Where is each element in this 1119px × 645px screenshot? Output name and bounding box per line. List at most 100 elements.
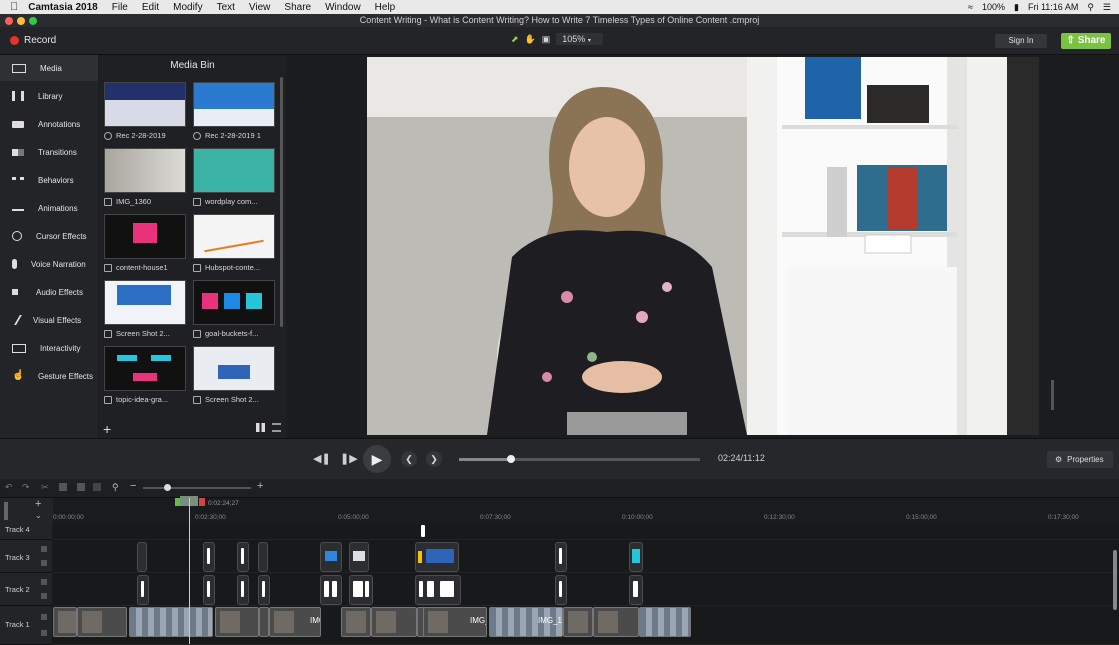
close-window-icon[interactable] <box>5 17 13 25</box>
selection-end-marker[interactable] <box>199 498 205 506</box>
track-header[interactable]: Track 3 <box>0 540 52 573</box>
playback-scrubber[interactable] <box>459 455 700 463</box>
add-track-icon[interactable]: + <box>35 498 41 510</box>
menu-modify[interactable]: Modify <box>173 2 202 13</box>
media-item[interactable]: Hubspot-conte... <box>193 214 275 272</box>
scrubber-knob[interactable] <box>506 455 515 463</box>
media-item[interactable]: Screen Shot 2... <box>104 280 186 338</box>
zoom-search-icon[interactable]: ⚲ <box>112 482 119 493</box>
share-button[interactable]: ⇧ Share <box>1061 33 1111 49</box>
minimize-window-icon[interactable] <box>17 17 25 25</box>
playhead[interactable] <box>189 498 190 644</box>
paste-icon[interactable] <box>77 483 85 491</box>
timeline-clip[interactable] <box>555 542 567 572</box>
redo-icon[interactable]: ↷ <box>22 482 30 493</box>
grid-view-icon[interactable] <box>256 423 265 432</box>
media-item[interactable]: topic-idea-gra... <box>104 346 186 404</box>
clock[interactable]: Fri 11:16 AM <box>1028 2 1078 12</box>
timeline-clip[interactable] <box>349 542 369 572</box>
track-visibility-icon[interactable] <box>41 630 47 636</box>
media-item[interactable]: goal-buckets-f... <box>193 280 275 338</box>
menu-edit[interactable]: Edit <box>142 2 159 13</box>
video-clip[interactable] <box>53 607 77 637</box>
track-lock-icon[interactable] <box>41 579 47 585</box>
tool-library[interactable]: Library <box>0 83 98 109</box>
timeline-clip[interactable] <box>415 575 461 605</box>
timeline-clip[interactable] <box>320 542 342 572</box>
timeline-clip[interactable] <box>237 542 249 572</box>
media-item[interactable]: Rec 2-28-2019 1 <box>193 82 275 140</box>
track-header[interactable]: Track 1 <box>0 606 52 645</box>
battery-icon[interactable]: ▮ <box>1014 2 1019 13</box>
properties-button[interactable]: ⚙ Properties <box>1047 451 1113 468</box>
track-lock-icon[interactable] <box>41 614 47 620</box>
video-clip[interactable] <box>129 607 213 637</box>
menu-list-icon[interactable]: ☰ <box>1103 2 1111 13</box>
track-lock-icon[interactable] <box>41 546 47 552</box>
track-resize-handle[interactable] <box>4 502 8 520</box>
menu-file[interactable]: File <box>112 2 128 13</box>
timeline-clip[interactable] <box>137 575 149 605</box>
timeline-clip[interactable] <box>203 542 215 572</box>
media-item[interactable]: IMG_1360 <box>104 148 186 206</box>
timeline-clip[interactable] <box>629 575 643 605</box>
previous-marker-icon[interactable]: ❮ <box>401 451 417 467</box>
tool-audio-effects[interactable]: Audio Effects <box>0 279 98 305</box>
add-media-icon[interactable]: + <box>103 421 111 437</box>
tool-animations[interactable]: Animations <box>0 195 98 221</box>
track-header[interactable]: Track 4 <box>0 525 52 540</box>
record-button[interactable]: Record <box>10 35 56 46</box>
video-clip[interactable] <box>341 607 371 637</box>
tool-behaviors[interactable]: Behaviors <box>0 167 98 193</box>
copy-icon[interactable] <box>59 483 67 491</box>
canvas-scrollbar[interactable] <box>1051 380 1054 410</box>
tool-transitions[interactable]: Transitions <box>0 139 98 165</box>
tool-interactivity[interactable]: Interactivity <box>0 335 98 361</box>
step-back-icon[interactable]: ◀❚ <box>313 452 331 465</box>
track-2-lane[interactable] <box>53 573 1119 606</box>
sign-in-button[interactable]: Sign In <box>995 34 1047 48</box>
split-icon[interactable] <box>93 483 101 491</box>
tool-voice-narration[interactable]: Voice Narration <box>0 251 98 277</box>
tool-cursor-effects[interactable]: Cursor Effects <box>0 223 98 249</box>
list-view-icon[interactable] <box>272 423 281 432</box>
next-marker-icon[interactable]: ❯ <box>426 451 442 467</box>
menu-text[interactable]: Text <box>217 2 235 13</box>
menu-window[interactable]: Window <box>325 2 361 13</box>
track-visibility-icon[interactable] <box>41 560 47 566</box>
select-arrow-icon[interactable]: ⬈ <box>511 34 519 45</box>
menu-share[interactable]: Share <box>284 2 311 13</box>
timeline-clip[interactable] <box>415 542 459 572</box>
collapse-tracks-icon[interactable]: ⌄ <box>35 511 42 520</box>
zoom-window-icon[interactable] <box>29 17 37 25</box>
timeline-clip[interactable] <box>258 575 270 605</box>
media-item[interactable]: wordplay com... <box>193 148 275 206</box>
zoom-in-icon[interactable]: + <box>257 480 263 492</box>
app-menu[interactable]: Camtasia 2018 <box>28 2 98 13</box>
cut-icon[interactable]: ✂ <box>41 482 49 493</box>
timeline-clip[interactable] <box>137 542 147 572</box>
video-preview[interactable] <box>367 57 1039 435</box>
track-visibility-icon[interactable] <box>41 593 47 599</box>
zoom-out-icon[interactable]: − <box>130 480 136 492</box>
search-icon[interactable]: ⚲ <box>1087 2 1094 13</box>
timeline-clip[interactable] <box>258 542 268 572</box>
wifi-icon[interactable]: ≈ <box>968 2 973 12</box>
apple-icon[interactable]:  <box>10 1 18 13</box>
video-clip[interactable] <box>77 607 127 637</box>
video-clip[interactable] <box>215 607 259 637</box>
media-item[interactable]: content-house1 <box>104 214 186 272</box>
video-clip[interactable] <box>593 607 639 637</box>
crop-icon[interactable]: ▣ <box>542 34 551 45</box>
tool-gesture-effects[interactable]: ☝ Gesture Effects <box>0 363 98 389</box>
step-forward-icon[interactable]: ❚▶ <box>340 452 358 465</box>
timeline-clip[interactable] <box>349 575 373 605</box>
video-clip[interactable]: IMG_1 <box>269 607 321 637</box>
tool-visual-effects[interactable]: Visual Effects <box>0 307 98 333</box>
video-clip[interactable] <box>563 607 593 637</box>
media-bin-scrollbar[interactable] <box>280 77 283 327</box>
track-3-lane[interactable] <box>53 540 1119 573</box>
pan-hand-icon[interactable]: ✋ <box>525 34 536 45</box>
track-4-lane[interactable] <box>53 525 1119 540</box>
menu-help[interactable]: Help <box>375 2 396 13</box>
